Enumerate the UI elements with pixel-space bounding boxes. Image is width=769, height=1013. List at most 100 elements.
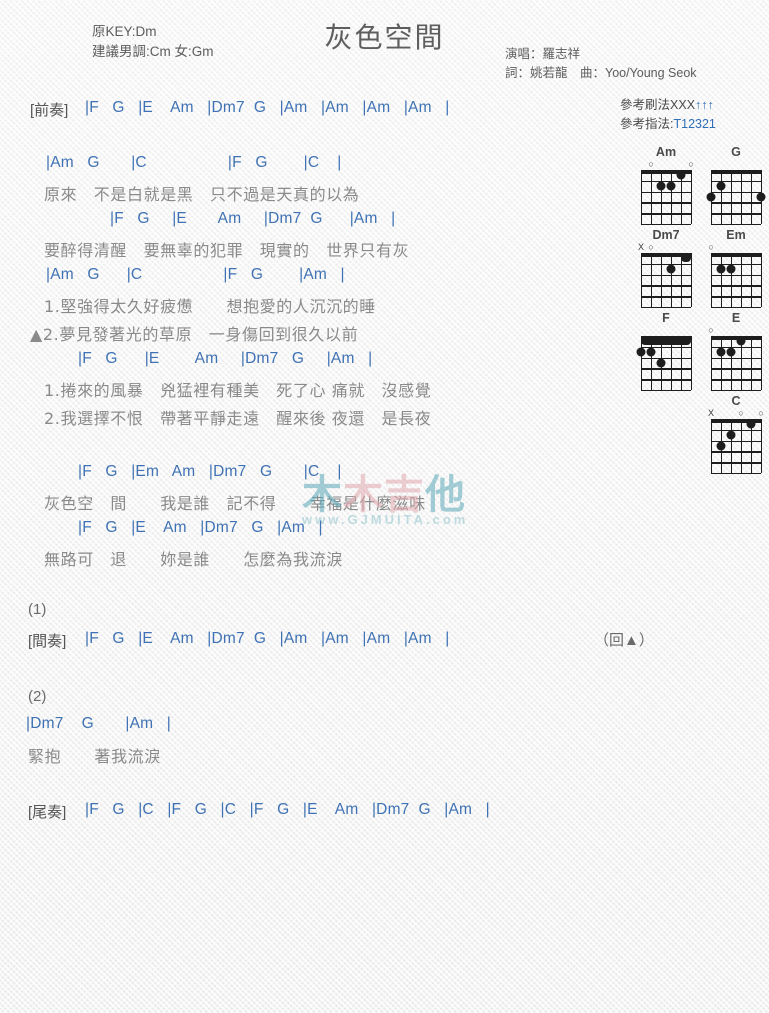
- string-line: [721, 336, 723, 390]
- finger-label: 參考指法:: [620, 117, 674, 131]
- string-line: [761, 336, 763, 390]
- chord-open-mute-markers: ○: [708, 325, 764, 336]
- fret-line: [711, 296, 761, 298]
- fret-line: [641, 307, 691, 309]
- string-line: [741, 419, 743, 473]
- string-line: [711, 253, 713, 307]
- verse-4-lyric-2: 2.我選擇不恨 帶著平靜走遠 醒來後 夜還 是長夜: [44, 409, 432, 428]
- barre-bar: [681, 254, 691, 263]
- interlude-label: [間奏]: [28, 633, 67, 650]
- fretboard-grid: [711, 336, 763, 392]
- fret-line: [641, 274, 691, 276]
- strum-pattern-block: 參考刷法XXX↑↑↑ 參考指法:T12321: [620, 96, 716, 134]
- fret-line: [641, 224, 691, 226]
- strum-pattern: XXX: [670, 98, 696, 112]
- barre-bar: [641, 337, 691, 346]
- fretboard-grid: [641, 253, 693, 309]
- fretboard-grid: [706, 170, 766, 226]
- watermark-char-4: 他: [425, 472, 466, 518]
- fretboard-grid: [711, 253, 763, 309]
- outro-chords: |F G |C |F G |C |F G |E Am |Dm7 G |Am |: [85, 801, 490, 818]
- verse-3-chords: |Am G |C |F G |Am |: [46, 266, 345, 283]
- fret-line: [711, 224, 761, 226]
- fret-line: [641, 379, 691, 381]
- credits-block: 演唱：羅志祥 詞：姚若龍 曲：Yoo/Young Seok: [505, 45, 697, 83]
- strum-line: 參考刷法XXX↑↑↑: [620, 96, 716, 115]
- finger-line: 參考指法:T12321: [620, 115, 716, 134]
- chord-diagram-em: Em ○: [708, 228, 764, 309]
- fretboard-grid: [711, 419, 763, 475]
- chorus-2-lyric: 無路可 退 妳是誰 怎麼為我流淚: [44, 550, 343, 569]
- fret-line: [711, 451, 761, 453]
- intro-chords: |F G |E Am |Dm7 G |Am |Am |Am |Am |: [85, 99, 450, 116]
- strum-label: 參考刷法: [620, 98, 671, 112]
- fret-line: [641, 368, 691, 370]
- fret-line: [711, 307, 761, 309]
- bridge-chords: |Dm7 G |Am |: [26, 715, 172, 732]
- open-string-icon: ○: [648, 242, 654, 252]
- open-string-icon: ○: [648, 159, 654, 169]
- string-line: [711, 419, 713, 473]
- chord-diagram-name: C: [731, 394, 741, 408]
- finger-pattern: T12321: [673, 117, 716, 131]
- repeat-marker-2: (2): [28, 688, 47, 705]
- finger-dot: [726, 347, 736, 357]
- repeat-marker-1: (1): [28, 601, 47, 618]
- string-line: [731, 170, 733, 224]
- string-line: [651, 253, 653, 307]
- fret-line: [711, 473, 761, 475]
- fret-line: [711, 274, 761, 276]
- chorus-2-chords: |F G |E Am |Dm7 G |Am |: [78, 519, 323, 536]
- chord-open-mute-markers: X ○: [638, 242, 694, 253]
- fret-line: [711, 357, 761, 359]
- finger-dot: [716, 264, 726, 274]
- string-line: [751, 336, 753, 390]
- fretboard-grid: [641, 170, 693, 226]
- string-line: [661, 253, 663, 307]
- open-string-icon: ○: [758, 408, 764, 418]
- fret-line: [641, 202, 691, 204]
- chord-diagram-g: G: [706, 145, 766, 226]
- nut: [711, 170, 761, 174]
- string-line: [661, 170, 663, 224]
- singer-line: 演唱：羅志祥: [505, 47, 581, 61]
- string-line: [751, 170, 753, 224]
- chord-open-mute-markers: X ○ ○: [708, 408, 764, 419]
- string-line: [751, 253, 753, 307]
- fret-line: [641, 263, 691, 266]
- intro-label: [前奏]: [30, 102, 69, 119]
- verse-2-lyric-1: 要醉得清醒 要無辜的犯罪 現實的 世界只有灰: [44, 241, 410, 260]
- chord-diagram-dm7: Dm7 X ○: [638, 228, 694, 309]
- chord-diagram-name: Dm7: [652, 228, 680, 242]
- string-line: [671, 253, 673, 307]
- verse-1-lyric-1: 原來 不是白就是黑 只不過是天真的以為: [44, 185, 360, 204]
- finger-dot: [716, 181, 726, 191]
- finger-dot: [646, 347, 656, 357]
- verse-1-chords: |Am G |C |F G |C |: [46, 154, 342, 171]
- chord-diagram-name: G: [731, 145, 741, 159]
- nut: [711, 253, 761, 257]
- chord-diagram-c: C X ○ ○: [708, 394, 764, 475]
- finger-dot: [666, 264, 676, 274]
- interlude-chords: |F G |E Am |Dm7 G |Am |Am |Am |Am |: [85, 630, 450, 647]
- finger-dot: [656, 358, 666, 368]
- finger-dot: [716, 441, 726, 451]
- chord-open-mute-markers: ○ ○: [638, 159, 694, 170]
- fret-line: [711, 191, 761, 193]
- chord-open-mute-markers: [708, 159, 764, 170]
- chord-open-mute-markers: [638, 325, 694, 336]
- fret-line: [641, 285, 691, 287]
- chord-diagram-name: Am: [655, 145, 677, 159]
- verse-3-lyric-2: ▲2.夢見發著光的草原 一身傷回到很久以前: [30, 325, 359, 344]
- string-line: [731, 253, 733, 307]
- fret-line: [711, 429, 761, 432]
- verse-4-lyric-1: 1.捲來的風暴 兇猛裡有種美 死了心 痛就 沒感覺: [44, 381, 432, 400]
- string-line: [651, 170, 653, 224]
- chorus-1-lyric: 灰色空 間 我是誰 記不得 幸福是什麼滋味: [44, 494, 426, 513]
- mute-string-icon: X: [707, 408, 715, 418]
- finger-dot: [676, 170, 686, 180]
- verse-4-chords: |F G |E Am |Dm7 G |Am |: [78, 350, 373, 367]
- fret-line: [711, 379, 761, 381]
- open-string-icon: ○: [688, 159, 694, 169]
- string-line: [741, 253, 743, 307]
